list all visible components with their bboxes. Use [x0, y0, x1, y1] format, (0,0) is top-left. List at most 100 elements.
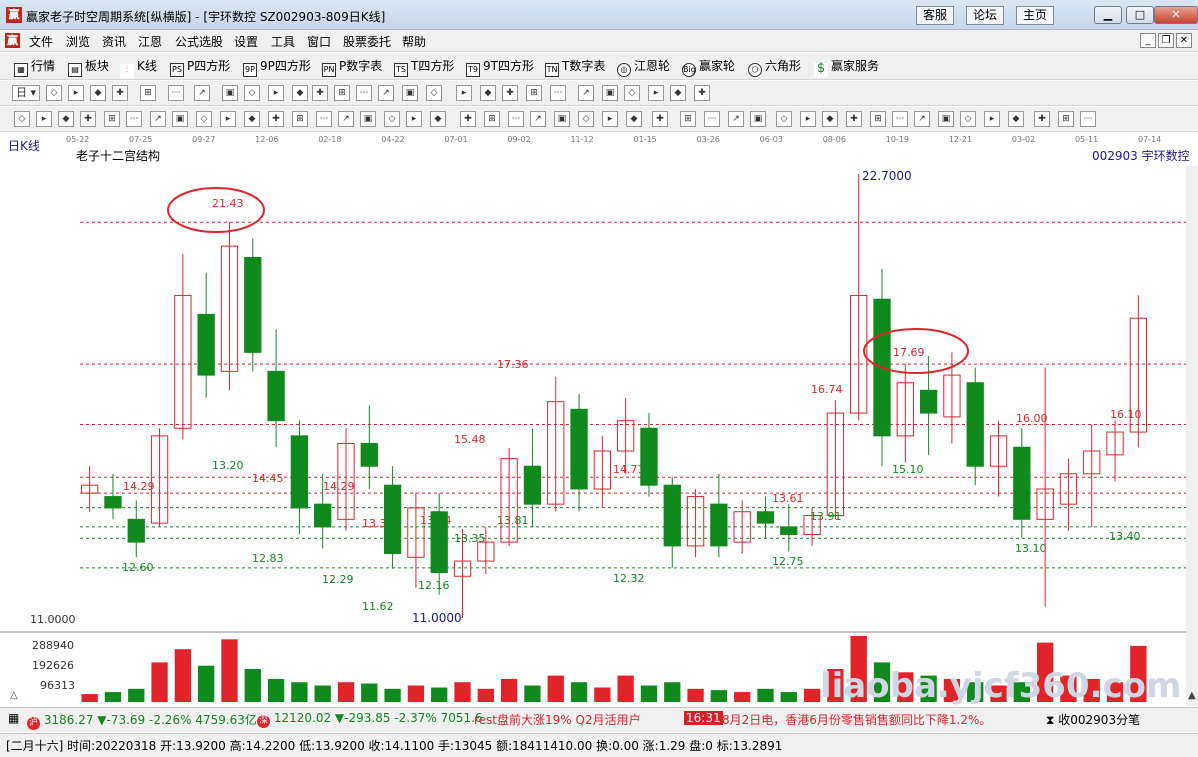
draw-c-icon[interactable]: ⋯ — [126, 111, 142, 127]
tick-link[interactable]: ⧗ 收002903分笔 — [1046, 711, 1140, 728]
draw-b-icon[interactable]: ↗ — [530, 111, 546, 127]
tool-c-icon[interactable]: ◆ — [292, 85, 308, 101]
tool-c-icon[interactable]: ↗ — [378, 85, 394, 101]
menu-file[interactable]: 文件 — [29, 33, 53, 50]
tool-d-icon[interactable]: ✚ — [502, 85, 518, 101]
menu-help[interactable]: 帮助 — [402, 33, 426, 50]
9p-square-button[interactable]: 9P 9P四方形 — [243, 57, 311, 77]
tool-b-icon[interactable]: ▸ — [68, 85, 84, 101]
menu-browse[interactable]: 浏览 — [66, 33, 90, 50]
draw-c-icon[interactable]: ▸ — [406, 111, 422, 127]
menu-news[interactable]: 资讯 — [102, 33, 126, 50]
menu-gann[interactable]: 江恩 — [138, 33, 162, 50]
draw-c-icon[interactable]: ◆ — [58, 111, 74, 127]
draw-a-icon[interactable]: ▣ — [938, 111, 954, 127]
tool-b-icon[interactable]: ▸ — [456, 85, 472, 101]
draw-a-icon[interactable]: ↗ — [728, 111, 744, 127]
draw-a-icon[interactable]: ▸ — [800, 111, 816, 127]
tool-a-icon[interactable]: ◇ — [46, 85, 62, 101]
tool-a-icon[interactable]: ⊞ — [526, 85, 542, 101]
grid-icon[interactable]: ▦ — [8, 711, 19, 725]
draw-b-icon[interactable]: ◇ — [960, 111, 976, 127]
tool-d-icon[interactable]: ✚ — [312, 85, 328, 101]
tool-a-icon[interactable]: ⊞ — [140, 85, 156, 101]
sector-button[interactable]: ▤ 板块 — [68, 57, 109, 77]
draw-a-icon[interactable]: ⋯ — [508, 111, 524, 127]
draw-a-icon[interactable]: ▣ — [360, 111, 376, 127]
draw-b-icon[interactable]: ✚ — [1034, 111, 1050, 127]
draw-c-icon[interactable]: ⋯ — [704, 111, 720, 127]
home-button[interactable]: 主页 — [1016, 6, 1055, 25]
tool-c-icon[interactable]: ↗ — [578, 85, 594, 101]
draw-b-icon[interactable]: ⊞ — [104, 111, 120, 127]
winner-service-button[interactable]: $ 赢家服务 — [814, 57, 879, 77]
draw-a-icon[interactable]: ◇ — [14, 111, 30, 127]
draw-c-icon[interactable]: ▸ — [984, 111, 1000, 127]
news-ticker[interactable]: rest盘前大涨19% Q2月活用户 — [474, 711, 641, 728]
mdi-restore-icon[interactable]: ❐ — [1158, 33, 1174, 48]
mdi-minimize-icon[interactable]: _ — [1140, 33, 1156, 48]
tool-a-icon[interactable]: ⊞ — [334, 85, 350, 101]
draw-b-icon[interactable]: ◆ — [244, 111, 260, 127]
draw-a-icon[interactable]: ⊞ — [292, 111, 308, 127]
draw-b-icon[interactable]: ⋯ — [892, 111, 908, 127]
t-square-button[interactable]: TS T四方形 — [394, 57, 454, 77]
tool-c-icon[interactable]: ◆ — [480, 85, 496, 101]
draw-b-icon[interactable]: ▸ — [36, 111, 52, 127]
menu-formula[interactable]: 公式选股 — [175, 33, 223, 50]
draw-a-icon[interactable]: ◆ — [1008, 111, 1024, 127]
tool-b-icon[interactable]: ⋯ — [550, 85, 566, 101]
winner-wheel-button[interactable]: Big 赢家轮 — [682, 57, 735, 77]
kline-button[interactable]: ⫶ K线 — [120, 57, 157, 78]
hexagon-button[interactable]: ⬡ 六角形 — [748, 57, 801, 77]
draw-b-icon[interactable]: ✚ — [460, 111, 476, 127]
tool-c-icon[interactable]: ◆ — [90, 85, 106, 101]
menu-window[interactable]: 窗口 — [307, 33, 331, 50]
maximize-icon[interactable]: □ — [1126, 6, 1154, 24]
draw-a-icon[interactable]: ✚ — [80, 111, 96, 127]
tool-d-icon[interactable]: ✚ — [694, 85, 710, 101]
vertical-scrollbar[interactable] — [1186, 166, 1198, 706]
menu-settings[interactable]: 设置 — [234, 33, 258, 50]
service-button[interactable]: 客服 — [916, 6, 955, 25]
tool-c-icon[interactable]: ◆ — [670, 85, 686, 101]
draw-b-icon[interactable]: ▸ — [602, 111, 618, 127]
draw-a-icon[interactable]: ▸ — [220, 111, 236, 127]
mdi-close-icon[interactable]: ✕ — [1176, 33, 1192, 48]
draw-a-icon[interactable]: ✚ — [652, 111, 668, 127]
draw-c-icon[interactable]: ◇ — [776, 111, 792, 127]
9t-square-button[interactable]: T9 9T四方形 — [466, 57, 534, 77]
draw-a-icon[interactable]: ◇ — [578, 111, 594, 127]
kline-chart[interactable]: 05-22 07-25 09-27 12-06 02-18 04-22 07-01 09-02… — [0, 132, 1198, 707]
scroll-up-icon[interactable]: ▲ — [1188, 690, 1196, 701]
p-square-button[interactable]: PS P四方形 — [170, 57, 230, 77]
tool-d-icon[interactable]: ▣ — [402, 85, 418, 101]
draw-b-icon[interactable]: ▣ — [750, 111, 766, 127]
draw-c-icon[interactable]: ✚ — [846, 111, 862, 127]
draw-a-icon[interactable]: ↗ — [150, 111, 166, 127]
tool-b-icon[interactable]: ▸ — [268, 85, 284, 101]
menu-tools[interactable]: 工具 — [271, 33, 295, 50]
quotes-button[interactable]: ▦ 行情 — [14, 57, 55, 77]
p-number-table-button[interactable]: PN P数字表 — [322, 57, 382, 77]
expand-icon[interactable]: △ — [10, 690, 18, 701]
draw-c-icon[interactable]: ◆ — [626, 111, 642, 127]
news-headline[interactable]: 8月2日电，香港6月份零售销售额同比下降1.2%。 — [722, 711, 1040, 728]
draw-c-icon[interactable]: ⊞ — [484, 111, 500, 127]
draw-b-icon[interactable]: ⋯ — [316, 111, 332, 127]
tool-b-icon[interactable]: ▸ — [648, 85, 664, 101]
close-icon[interactable]: ✕ — [1154, 6, 1198, 24]
sh-index[interactable]: 沪 3186.27 ▼-73.69 -2.26% 4759.63亿 — [27, 711, 257, 730]
draw-c-icon[interactable]: ▣ — [554, 111, 570, 127]
tool-a-icon[interactable]: ◇ — [244, 85, 260, 101]
draw-c-icon[interactable]: ↗ — [338, 111, 354, 127]
draw-a-icon[interactable]: ⋯ — [1080, 111, 1096, 127]
period-select[interactable]: 日 ▾ — [12, 85, 40, 101]
draw-a-icon[interactable]: ◆ — [430, 111, 446, 127]
draw-c-icon[interactable]: ↗ — [914, 111, 930, 127]
forum-button[interactable]: 论坛 — [966, 6, 1005, 25]
draw-b-icon[interactable]: ▣ — [172, 111, 188, 127]
tool-a-icon[interactable]: ◇ — [624, 85, 640, 101]
draw-b-icon[interactable]: ◆ — [822, 111, 838, 127]
menu-trade[interactable]: 股票委托 — [343, 33, 391, 50]
